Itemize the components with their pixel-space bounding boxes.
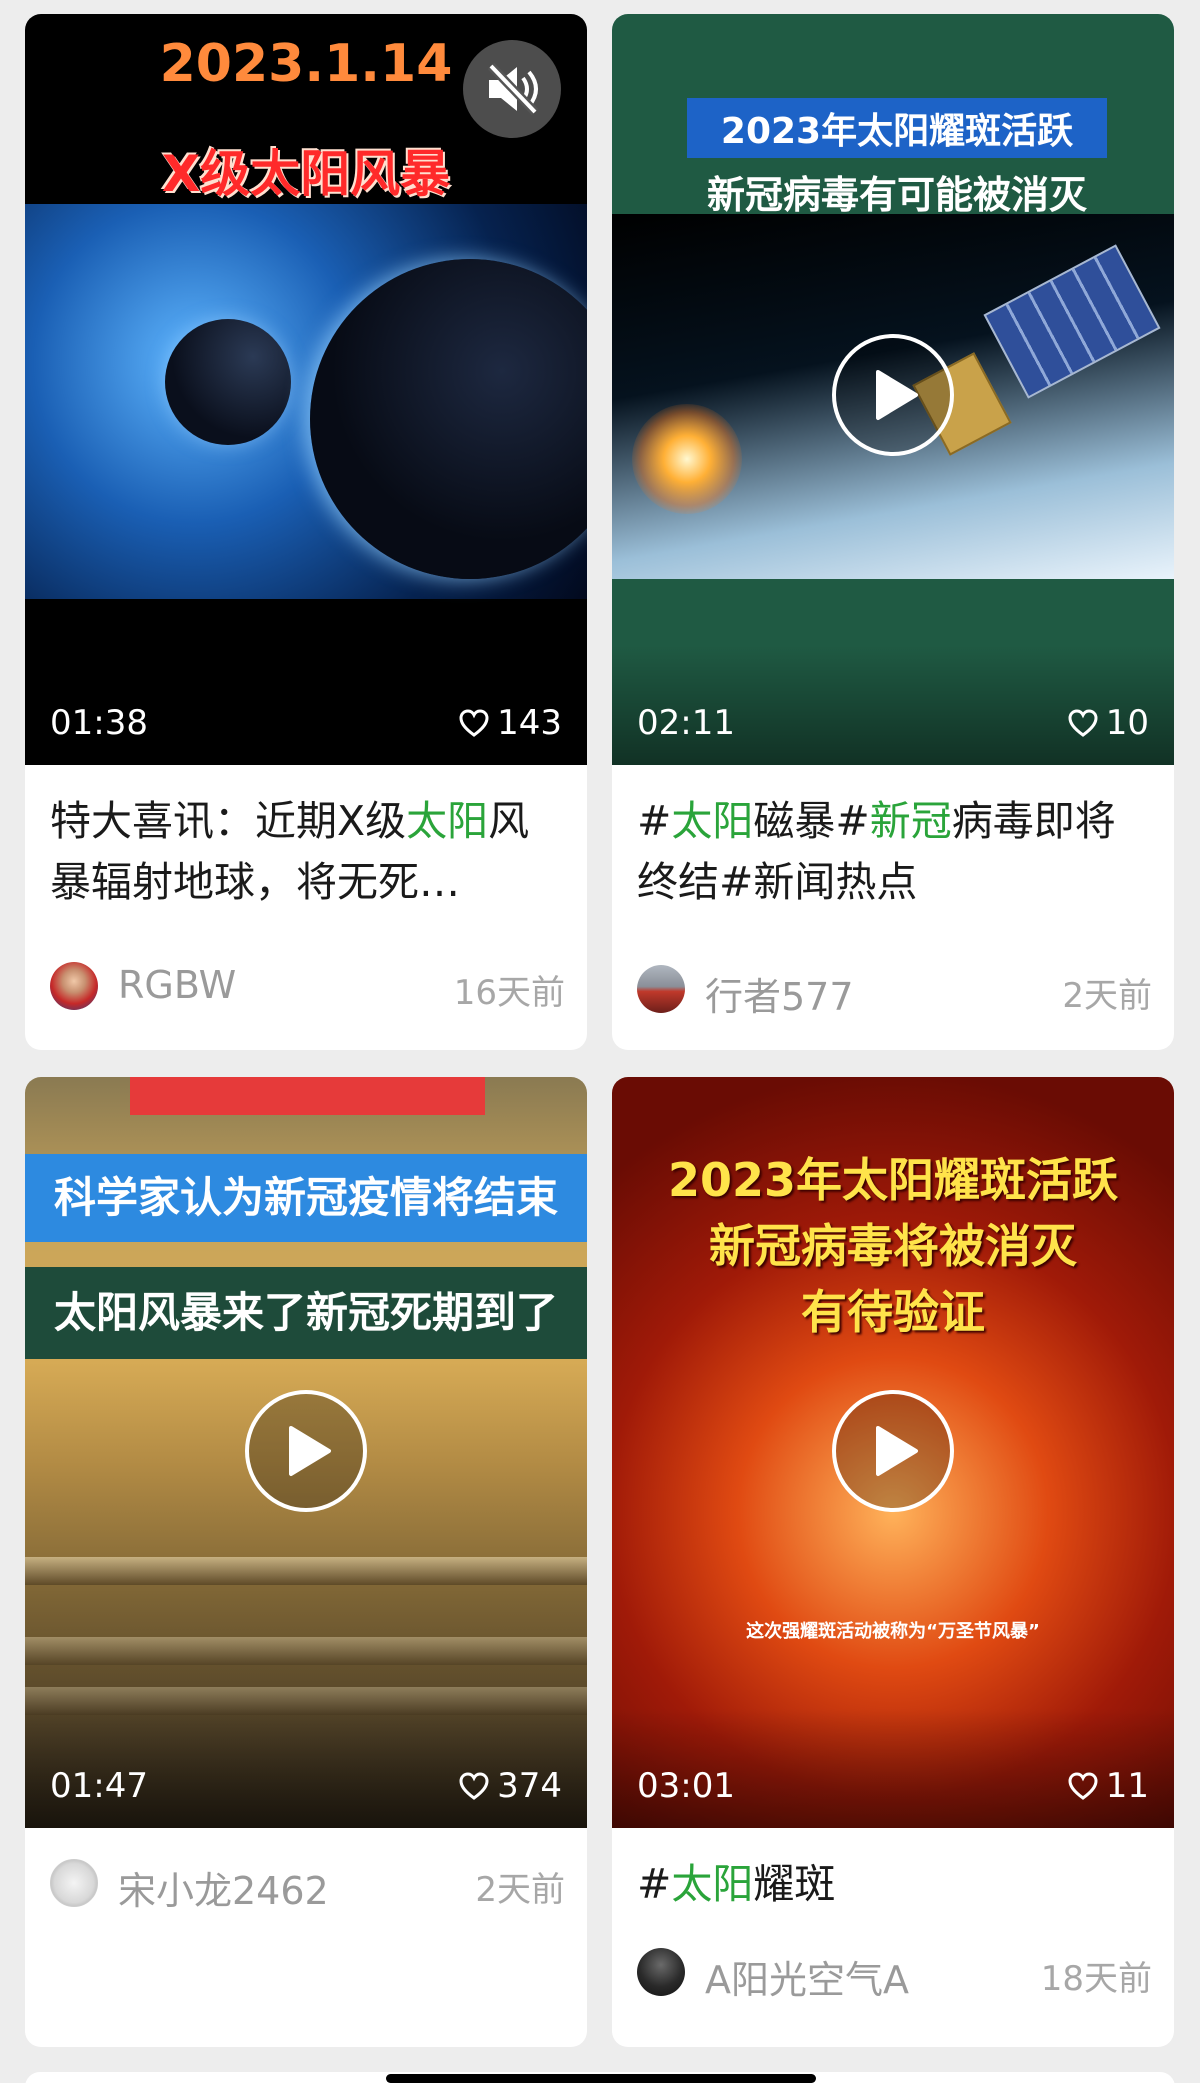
title-segment: 磁暴# <box>753 797 870 845</box>
post-time: 16天前 <box>453 973 565 1013</box>
avatar[interactable] <box>637 965 685 1013</box>
video-thumbnail[interactable]: 2023年太阳耀斑活跃 新冠病毒将被消灭 有待验证 这次强耀斑活动被称为“万圣节… <box>612 1077 1174 1828</box>
planet-small <box>165 319 291 445</box>
sea-wave <box>25 1637 587 1665</box>
video-feed-grid: 2023.1.14 X级太阳风暴 01:38 143 特大喜讯：近期X级太阳风暴… <box>0 0 1200 2083</box>
video-thumbnail[interactable]: 2023.1.14 X级太阳风暴 01:38 143 <box>25 14 587 765</box>
video-meta: A阳光空气A 18天前 <box>637 1946 1152 2002</box>
sun-flare <box>632 404 742 514</box>
thumbnail-line-2: 新冠病毒将被消灭 <box>709 1219 1077 1273</box>
thumbnail-title-text: X级太阳风暴 <box>161 145 451 203</box>
video-title[interactable]: #太阳耀斑 <box>637 1854 1152 1915</box>
post-time: 2天前 <box>1062 976 1152 1016</box>
avatar[interactable] <box>50 962 98 1010</box>
thumbnail-line-2: 太阳风暴来了新冠死期到了 <box>25 1267 587 1359</box>
thumbnail-line-2: 新冠病毒有可能被消灭 <box>706 173 1087 217</box>
video-thumbnail[interactable]: 2023年太阳耀斑活跃 新冠病毒有可能被消灭 02:11 10 <box>612 14 1174 765</box>
author-name[interactable]: RGBW <box>118 963 236 1007</box>
like-count[interactable]: 11 <box>1068 1766 1149 1806</box>
title-segment: 特大喜讯：近期X级 <box>50 797 407 845</box>
author-name[interactable]: 行者577 <box>705 966 854 1021</box>
video-duration: 01:38 <box>50 703 148 743</box>
like-count[interactable]: 374 <box>459 1766 562 1806</box>
video-card-4[interactable]: 2023年太阳耀斑活跃 新冠病毒将被消灭 有待验证 这次强耀斑活动被称为“万圣节… <box>612 1077 1174 2047</box>
like-count-value: 143 <box>497 703 562 743</box>
title-keyword[interactable]: 太阳 <box>406 797 488 845</box>
space-image <box>25 204 587 599</box>
thumbnail-line-1: 2023年太阳耀斑活跃 <box>667 1153 1119 1207</box>
video-meta: RGBW 16天前 <box>50 960 565 1013</box>
hashtag-keyword[interactable]: 太阳 <box>671 1860 753 1908</box>
video-thumbnail[interactable]: 科学家认为新冠疫情将结束 太阳风暴来了新冠死期到了 01:47 374 <box>25 1077 587 1828</box>
thumbnail-caption: 这次强耀斑活动被称为“万圣节风暴” <box>746 1621 1040 1642</box>
thumbnail-banner: 2023年太阳耀斑活跃 新冠病毒有可能被消灭 <box>687 98 1107 222</box>
like-count[interactable]: 143 <box>459 703 562 743</box>
hashtag-keyword[interactable]: 太阳 <box>671 797 753 845</box>
video-card-1[interactable]: 2023.1.14 X级太阳风暴 01:38 143 特大喜讯：近期X级太阳风暴… <box>25 14 587 1050</box>
home-indicator[interactable] <box>386 2074 816 2083</box>
play-button[interactable] <box>832 1390 954 1512</box>
heart-outline-icon <box>1068 709 1098 737</box>
video-duration: 02:11 <box>637 703 735 743</box>
play-button[interactable] <box>832 334 954 456</box>
title-segment: # <box>637 1860 672 1908</box>
like-count-value: 374 <box>497 1766 562 1806</box>
video-meta: 宋小龙2462 2天前 <box>50 1857 565 1913</box>
video-meta: 行者577 2天前 <box>637 963 1152 1019</box>
heart-outline-icon <box>459 709 489 737</box>
heart-outline-icon <box>459 1772 489 1800</box>
thumbnail-line-1: 2023年太阳耀斑活跃 <box>687 98 1107 158</box>
avatar[interactable] <box>637 1948 685 1996</box>
play-icon <box>876 1426 918 1476</box>
avatar[interactable] <box>50 1859 98 1907</box>
video-title[interactable]: 特大喜讯：近期X级太阳风暴辐射地球，将无死… <box>50 791 565 913</box>
author-name[interactable]: 宋小龙2462 <box>118 1860 329 1915</box>
thumbnail-line-3: 有待验证 <box>801 1285 985 1339</box>
title-segment: # <box>637 797 672 845</box>
sea-wave <box>25 1557 587 1585</box>
thumbnail-title: 2023年太阳耀斑活跃 新冠病毒将被消灭 有待验证 <box>612 1147 1174 1345</box>
play-icon <box>289 1426 331 1476</box>
play-button[interactable] <box>245 1390 367 1512</box>
hashtag-keyword[interactable]: 新冠 <box>870 797 952 845</box>
post-time: 18天前 <box>1040 1959 1152 1999</box>
satellite-panel <box>983 244 1161 399</box>
thumbnail-line-1: 科学家认为新冠疫情将结束 <box>25 1154 587 1242</box>
speaker-muted-icon <box>487 62 539 116</box>
like-count-value: 10 <box>1105 703 1149 743</box>
heart-outline-icon <box>1068 1772 1098 1800</box>
video-card-2[interactable]: 2023年太阳耀斑活跃 新冠病毒有可能被消灭 02:11 10 #太阳磁暴#新冠… <box>612 14 1174 1050</box>
video-card-3[interactable]: 科学家认为新冠疫情将结束 太阳风暴来了新冠死期到了 01:47 374 宋小龙2… <box>25 1077 587 2047</box>
video-title[interactable]: #太阳磁暴#新冠病毒即将终结#新闻热点 <box>637 791 1152 913</box>
like-count-value: 11 <box>1105 1766 1149 1806</box>
author-name[interactable]: A阳光空气A <box>705 1949 909 2004</box>
video-duration: 01:47 <box>50 1766 148 1806</box>
title-segment: 耀斑 <box>753 1860 836 1908</box>
mute-button[interactable] <box>463 40 561 138</box>
play-icon <box>876 370 918 420</box>
like-count[interactable]: 10 <box>1068 703 1149 743</box>
video-duration: 03:01 <box>637 1766 735 1806</box>
planet-large <box>310 259 587 579</box>
post-time: 2天前 <box>475 1870 565 1910</box>
thumbnail-red-banner <box>130 1077 485 1115</box>
